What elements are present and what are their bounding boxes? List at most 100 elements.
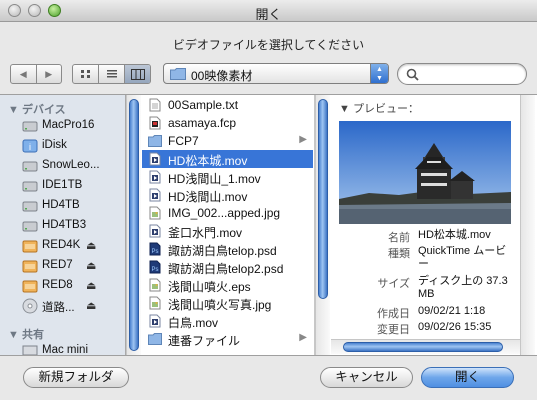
sidebar-item-label: RED4K — [42, 239, 81, 251]
file-row[interactable]: Ps 諏訪湖白鳥telop.psd — [142, 240, 313, 258]
sidebar-item-shared[interactable]: Mac mini — [0, 341, 112, 355]
file-row[interactable]: 浅間山噴火写真.jpg — [142, 294, 313, 312]
file-row[interactable]: 00Sample.txt — [142, 96, 313, 114]
search-field[interactable] — [397, 63, 527, 85]
file-name: HD浅間山.mov — [168, 190, 248, 204]
file-row[interactable]: HD浅間山.mov — [142, 186, 313, 204]
hard-disk-icon — [22, 158, 38, 174]
preview-meta-key: 名前 — [388, 232, 410, 244]
file-name: 諏訪湖白鳥telop2.psd — [168, 262, 284, 276]
open-button[interactable]: 開く — [421, 367, 514, 388]
sidebar-item-device[interactable]: IDE1TB — [0, 176, 112, 196]
sidebar-item-device[interactable]: SnowLeo... — [0, 156, 112, 176]
sidebar-item-device[interactable]: RED8 ⏏ — [0, 276, 112, 296]
file-name: HD浅間山_1.mov — [168, 172, 261, 186]
eject-icon[interactable]: ⏏ — [86, 239, 96, 252]
sidebar-item-label: RED8 — [42, 279, 73, 291]
column-view-icon — [130, 68, 145, 80]
file-name: 浅間山噴火.eps — [168, 280, 251, 294]
hard-disk-icon — [22, 178, 38, 194]
sidebar-item-device[interactable]: RED4K ⏏ — [0, 236, 112, 256]
movie-file-icon — [148, 188, 162, 202]
preview-meta-value: 09/02/21 1:18 — [418, 305, 486, 317]
list-view-button[interactable] — [98, 65, 124, 83]
hard-disk-icon — [22, 118, 38, 134]
file-row[interactable]: asamaya.fcp — [142, 114, 313, 132]
file-row-selected[interactable]: HD松本城.mov — [142, 150, 313, 168]
sidebar-scrollbar[interactable] — [126, 95, 141, 355]
preview-meta-key: サイズ — [377, 278, 410, 290]
preview-meta-value: QuickTime ムービー — [418, 245, 507, 270]
computer-icon — [22, 343, 38, 355]
preview-thumbnail — [339, 121, 511, 224]
icon-view-icon — [80, 69, 90, 78]
forward-button[interactable]: ▶ — [35, 65, 62, 83]
search-icon — [406, 68, 419, 81]
image-file-icon — [148, 296, 162, 310]
sidebar-scroll-thumb[interactable] — [129, 99, 139, 351]
folder-icon — [148, 332, 162, 346]
sidebar-item-device[interactable]: RED7 ⏏ — [0, 256, 112, 276]
optical-disc-icon — [22, 298, 38, 314]
file-column-scroll-thumb[interactable] — [318, 99, 328, 299]
file-row[interactable]: Ps 諏訪湖白鳥telop2.psd — [142, 258, 313, 276]
sidebar-shared-header[interactable]: ▼ 共有 — [8, 326, 44, 342]
back-forward-control: ◀ ▶ — [10, 64, 62, 84]
preview-pane: ▼ プレビュー： 名前 HD松本城.mov 種類 QuickTime ムービー サイズデ… — [331, 95, 520, 341]
file-row[interactable]: 連番ファイル ▶ — [142, 330, 313, 348]
popup-arrows-icon: ▲ ▼ — [370, 64, 388, 83]
eject-icon[interactable]: ⏏ — [86, 259, 96, 272]
file-row[interactable]: FCP7 ▶ — [142, 132, 313, 150]
search-input[interactable] — [422, 67, 520, 81]
fcp-file-icon — [148, 116, 162, 130]
back-button[interactable]: ◀ — [11, 65, 36, 83]
sidebar-item-label: 道路... — [42, 302, 75, 314]
preview-meta-value: 09/02/26 15:35 — [418, 321, 492, 333]
sidebar-item-label: RED7 — [42, 259, 73, 271]
file-row[interactable]: 白鳥.mov — [142, 312, 313, 330]
hard-disk-icon — [22, 218, 38, 234]
idisk-icon: i — [22, 138, 38, 154]
file-column: 00Sample.txt asamaya.fcp FCP7 ▶ HD松本城.mov HD浅… — [142, 95, 315, 355]
file-browser: ▼ デバイス MacPro16 i iDisk SnowLeo... IDE1TB HD4… — [0, 94, 537, 356]
external-disk-icon — [22, 238, 38, 254]
horizontal-scrollbar[interactable] — [331, 339, 520, 354]
image-file-icon — [148, 206, 162, 220]
preview-scrollbar[interactable] — [520, 95, 535, 355]
column-view-button[interactable] — [124, 65, 150, 83]
file-name: HD松本城.mov — [168, 154, 248, 168]
sidebar-item-device[interactable]: HD4TB — [0, 196, 112, 216]
title-bar: 開く — [0, 0, 537, 22]
sidebar-devices-header[interactable]: ▼ デバイス — [8, 101, 66, 117]
sidebar-item-device[interactable]: 道路... ⏏ — [0, 296, 112, 316]
eject-icon[interactable]: ⏏ — [86, 299, 96, 312]
chevron-right-icon: ▶ — [45, 68, 53, 79]
sidebar-item-label: IDE1TB — [42, 179, 83, 191]
icon-view-button[interactable] — [73, 65, 98, 83]
cancel-button[interactable]: キャンセル — [320, 367, 413, 388]
file-name: IMG_002...apped.jpg — [168, 206, 281, 220]
svg-text:i: i — [29, 142, 31, 152]
sidebar-item-device[interactable]: MacPro16 — [0, 116, 112, 136]
file-name: 諏訪湖白鳥telop.psd — [168, 244, 277, 258]
horizontal-scroll-thumb[interactable] — [343, 342, 503, 352]
sidebar-item-device[interactable]: i iDisk — [0, 136, 112, 156]
file-column-scrollbar[interactable] — [315, 95, 330, 355]
file-row[interactable]: 釜口水門.mov — [142, 222, 313, 240]
file-row[interactable]: HD浅間山_1.mov — [142, 168, 313, 186]
new-folder-button[interactable]: 新規フォルダ — [23, 367, 129, 388]
movie-file-icon — [148, 314, 162, 328]
sidebar-item-label: SnowLeo... — [42, 159, 100, 171]
file-row[interactable]: 浅間山噴火.eps — [142, 276, 313, 294]
text-file-icon — [148, 98, 162, 112]
sidebar-item-label: HD4TB — [42, 199, 80, 211]
file-row[interactable]: IMG_002...apped.jpg — [142, 204, 313, 222]
disclosure-triangle-icon: ▼ — [8, 329, 22, 341]
sidebar-item-label: HD4TB3 — [42, 219, 87, 231]
chevron-left-icon: ◀ — [19, 68, 27, 79]
location-popup[interactable]: 00映像素材 ▲ ▼ — [163, 63, 389, 84]
sidebar-item-device[interactable]: HD4TB3 — [0, 216, 112, 236]
eject-icon[interactable]: ⏏ — [86, 279, 96, 292]
preview-meta-key: 変更日 — [377, 324, 410, 336]
preview-meta-value: ディスク上の 37.3 MB — [418, 275, 508, 300]
